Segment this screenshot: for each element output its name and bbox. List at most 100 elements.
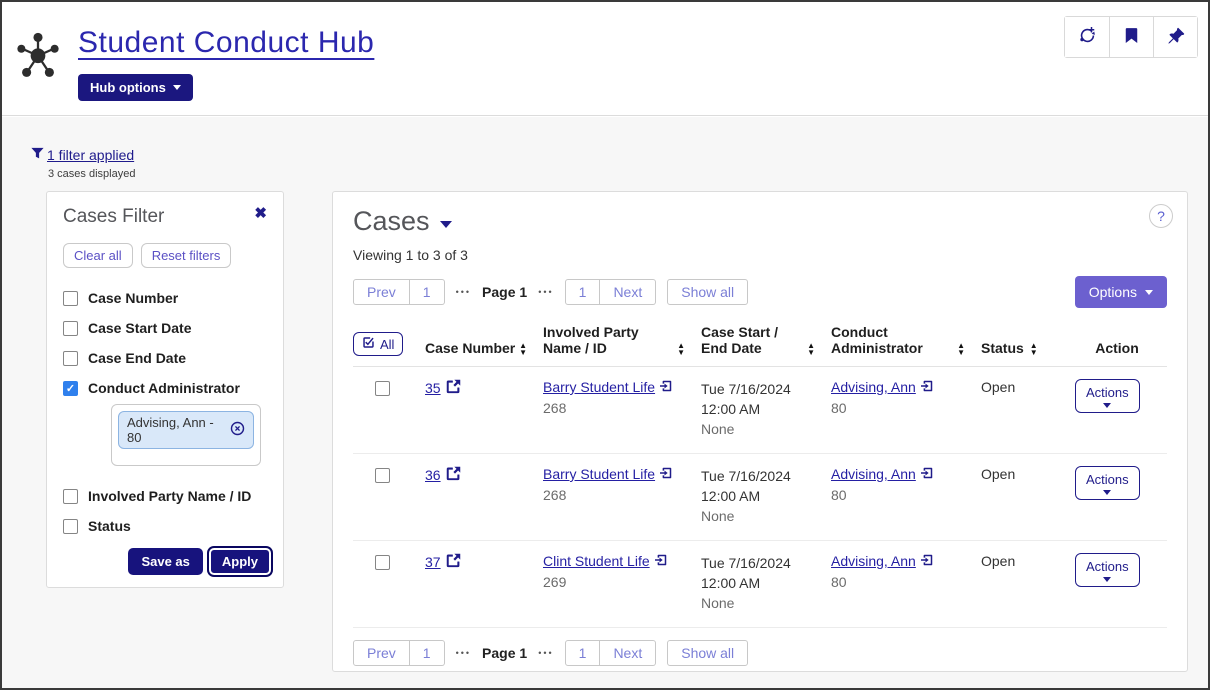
involved-party-id: 268 xyxy=(543,487,701,503)
close-icon[interactable]: ✖ xyxy=(254,206,267,221)
case-number-link[interactable]: 37 xyxy=(425,554,441,570)
actions-label: Actions xyxy=(1086,472,1129,487)
box-arrow-in-icon xyxy=(921,379,933,395)
sort-icon[interactable]: ▲▼ xyxy=(519,342,527,356)
column-header-action: Action xyxy=(1095,340,1139,356)
box-arrow-in-icon xyxy=(921,466,933,482)
filter-field-label: Case Number xyxy=(88,290,178,306)
involved-party-checkbox[interactable] xyxy=(63,489,78,504)
select-all-button[interactable]: All xyxy=(353,332,403,356)
box-arrow-in-icon xyxy=(655,553,667,569)
row-checkbox[interactable] xyxy=(375,555,390,570)
hub-options-label: Hub options xyxy=(90,80,166,95)
filter-field-conduct-administrator: ✓ Conduct Administrator xyxy=(63,380,267,396)
next-page-button[interactable]: Next xyxy=(600,279,656,305)
conduct-administrator-tag: Advising, Ann - 80 xyxy=(118,411,254,449)
sync-add-button[interactable] xyxy=(1065,17,1109,57)
pagination-bottom: Prev 1 ••• Page 1 ••• 1 Next Show all xyxy=(353,640,1167,666)
involved-party-link[interactable]: Barry Student Life xyxy=(543,466,655,482)
ellipsis-icon: ••• xyxy=(538,287,553,297)
page-number-button[interactable]: 1 xyxy=(565,640,601,666)
external-link-icon[interactable] xyxy=(446,553,461,571)
case-end-date: None xyxy=(701,419,831,439)
next-page-button[interactable]: Next xyxy=(600,640,656,666)
ellipsis-icon: ••• xyxy=(456,648,471,658)
help-button[interactable]: ? xyxy=(1149,204,1173,228)
apply-button[interactable]: Apply xyxy=(209,548,271,575)
conduct-administrator-selection-box[interactable]: Advising, Ann - 80 xyxy=(111,404,261,466)
reset-filters-button[interactable]: Reset filters xyxy=(141,243,232,268)
bookmark-button[interactable] xyxy=(1109,17,1153,57)
case-start-date: Tue 7/16/2024 xyxy=(701,466,831,486)
filters-applied-link[interactable]: 1 filter applied xyxy=(31,147,134,163)
chevron-down-icon xyxy=(1103,577,1111,582)
ellipsis-icon: ••• xyxy=(456,287,471,297)
show-all-button[interactable]: Show all xyxy=(667,279,748,305)
show-all-button[interactable]: Show all xyxy=(667,640,748,666)
conduct-admin-link[interactable]: Advising, Ann xyxy=(831,553,916,569)
status-checkbox[interactable] xyxy=(63,519,78,534)
options-button[interactable]: Options xyxy=(1075,276,1167,308)
clear-all-button[interactable]: Clear all xyxy=(63,243,133,268)
page-title[interactable]: Student Conduct Hub xyxy=(78,26,374,60)
case-end-date: None xyxy=(701,593,831,613)
conduct-admin-link[interactable]: Advising, Ann xyxy=(831,379,916,395)
page-number-button[interactable]: 1 xyxy=(410,279,445,305)
filter-field-label: Status xyxy=(88,518,131,534)
case-start-date-checkbox[interactable] xyxy=(63,321,78,336)
conduct-administrator-checkbox[interactable]: ✓ xyxy=(63,381,78,396)
sort-icon[interactable]: ▲▼ xyxy=(1030,342,1038,356)
funnel-icon xyxy=(31,147,44,163)
case-end-date-checkbox[interactable] xyxy=(63,351,78,366)
case-start-time: 12:00 AM xyxy=(701,573,831,593)
remove-tag-icon[interactable] xyxy=(230,421,245,439)
filters-applied-label: 1 filter applied xyxy=(47,147,134,163)
cases-filter-panel: Cases Filter ✖ Clear all Reset filters C… xyxy=(46,191,284,588)
filter-field-label: Case End Date xyxy=(88,350,186,366)
filter-field-label: Conduct Administrator xyxy=(88,380,240,396)
sort-icon[interactable]: ▲▼ xyxy=(807,342,815,356)
filter-field-involved-party: Involved Party Name / ID xyxy=(63,488,267,504)
involved-party-link[interactable]: Barry Student Life xyxy=(543,379,655,395)
select-all-label: All xyxy=(380,337,394,352)
cases-title-dropdown[interactable]: Cases xyxy=(353,206,452,237)
case-start-date: Tue 7/16/2024 xyxy=(701,553,831,573)
chevron-down-icon xyxy=(1103,403,1111,408)
conduct-admin-id: 80 xyxy=(831,400,981,416)
box-arrow-in-icon xyxy=(660,379,672,395)
row-checkbox[interactable] xyxy=(375,381,390,396)
sort-icon[interactable]: ▲▼ xyxy=(957,342,965,356)
pin-button[interactable] xyxy=(1153,17,1197,57)
current-page-label: Page 1 xyxy=(482,284,527,300)
filter-field-case-number: Case Number xyxy=(63,290,267,306)
external-link-icon[interactable] xyxy=(446,466,461,484)
sort-icon[interactable]: ▲▼ xyxy=(677,342,685,356)
case-number-link[interactable]: 36 xyxy=(425,467,441,483)
row-actions-button[interactable]: Actions xyxy=(1075,379,1140,413)
page-number-button[interactable]: 1 xyxy=(410,640,445,666)
external-link-icon[interactable] xyxy=(446,379,461,397)
column-header-status: Status xyxy=(981,340,1024,356)
page-number-button[interactable]: 1 xyxy=(565,279,601,305)
row-actions-button[interactable]: Actions xyxy=(1075,466,1140,500)
page-body: 1 filter applied 3 cases displayed Cases… xyxy=(2,117,1208,688)
status-value: Open xyxy=(981,466,1067,482)
options-label: Options xyxy=(1089,284,1137,300)
involved-party-link[interactable]: Clint Student Life xyxy=(543,553,650,569)
pagination-top: Prev 1 ••• Page 1 ••• 1 Next Show all Op… xyxy=(353,276,1167,308)
row-checkbox[interactable] xyxy=(375,468,390,483)
column-header-case-number: Case Number xyxy=(425,340,515,356)
chevron-down-icon xyxy=(440,221,452,228)
save-as-button[interactable]: Save as xyxy=(128,548,202,575)
row-actions-button[interactable]: Actions xyxy=(1075,553,1140,587)
prev-page-button[interactable]: Prev xyxy=(353,279,410,305)
prev-page-button[interactable]: Prev xyxy=(353,640,410,666)
hub-options-button[interactable]: Hub options xyxy=(78,74,193,101)
current-page-label: Page 1 xyxy=(482,645,527,661)
conduct-admin-id: 80 xyxy=(831,574,981,590)
case-number-checkbox[interactable] xyxy=(63,291,78,306)
case-number-link[interactable]: 35 xyxy=(425,380,441,396)
conduct-admin-link[interactable]: Advising, Ann xyxy=(831,466,916,482)
sync-add-icon xyxy=(1078,26,1097,48)
actions-label: Actions xyxy=(1086,385,1129,400)
